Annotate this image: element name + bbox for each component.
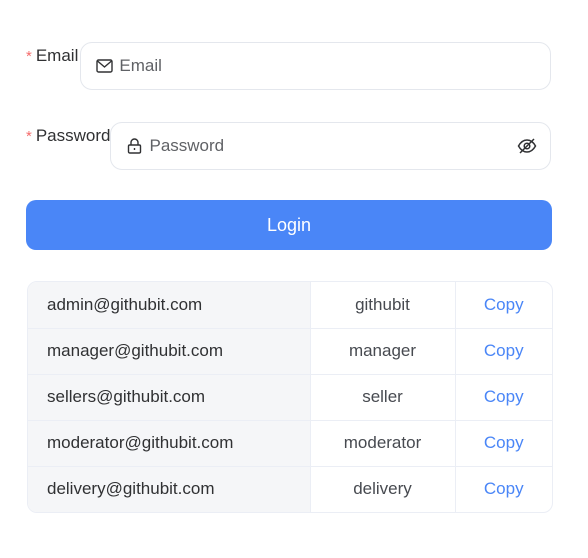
table-row: sellers@githubit.com seller Copy [28, 374, 552, 421]
copy-button[interactable]: Copy [484, 295, 524, 314]
copy-button[interactable]: Copy [484, 341, 524, 360]
email-form-item: * Email [26, 42, 551, 90]
account-email: sellers@githubit.com [28, 374, 311, 421]
table-row: admin@githubit.com githubit Copy [28, 282, 552, 329]
account-email: moderator@githubit.com [28, 420, 311, 467]
table-row: delivery@githubit.com delivery Copy [28, 466, 552, 512]
table-row: moderator@githubit.com moderator Copy [28, 420, 552, 467]
password-label-text: Password [35, 126, 111, 145]
account-password: manager [310, 328, 456, 375]
lock-icon [125, 137, 143, 155]
password-input-wrapper[interactable] [110, 122, 551, 170]
mail-icon [95, 57, 113, 75]
table-row: manager@githubit.com manager Copy [28, 328, 552, 375]
required-mark: * [26, 48, 32, 65]
password-input[interactable] [149, 136, 516, 156]
copy-button[interactable]: Copy [484, 387, 524, 406]
demo-accounts-table: admin@githubit.com githubit Copy manager… [27, 281, 553, 513]
email-label-text: Email [35, 46, 79, 65]
account-email: admin@githubit.com [28, 282, 311, 329]
login-button[interactable]: Login [26, 200, 552, 250]
password-label: * Password [26, 122, 110, 146]
email-input[interactable] [119, 56, 538, 76]
required-mark: * [26, 128, 32, 145]
account-email: delivery@githubit.com [28, 466, 311, 512]
copy-button[interactable]: Copy [484, 433, 524, 452]
account-password: githubit [310, 282, 456, 329]
account-password: seller [310, 374, 456, 421]
account-email: manager@githubit.com [28, 328, 311, 375]
password-form-item: * Password [26, 122, 551, 170]
copy-button[interactable]: Copy [484, 479, 524, 498]
account-password: delivery [310, 466, 456, 512]
email-label: * Email [26, 42, 78, 66]
eye-slash-icon[interactable] [516, 135, 538, 157]
account-password: moderator [310, 420, 456, 467]
email-input-wrapper[interactable] [80, 42, 551, 90]
